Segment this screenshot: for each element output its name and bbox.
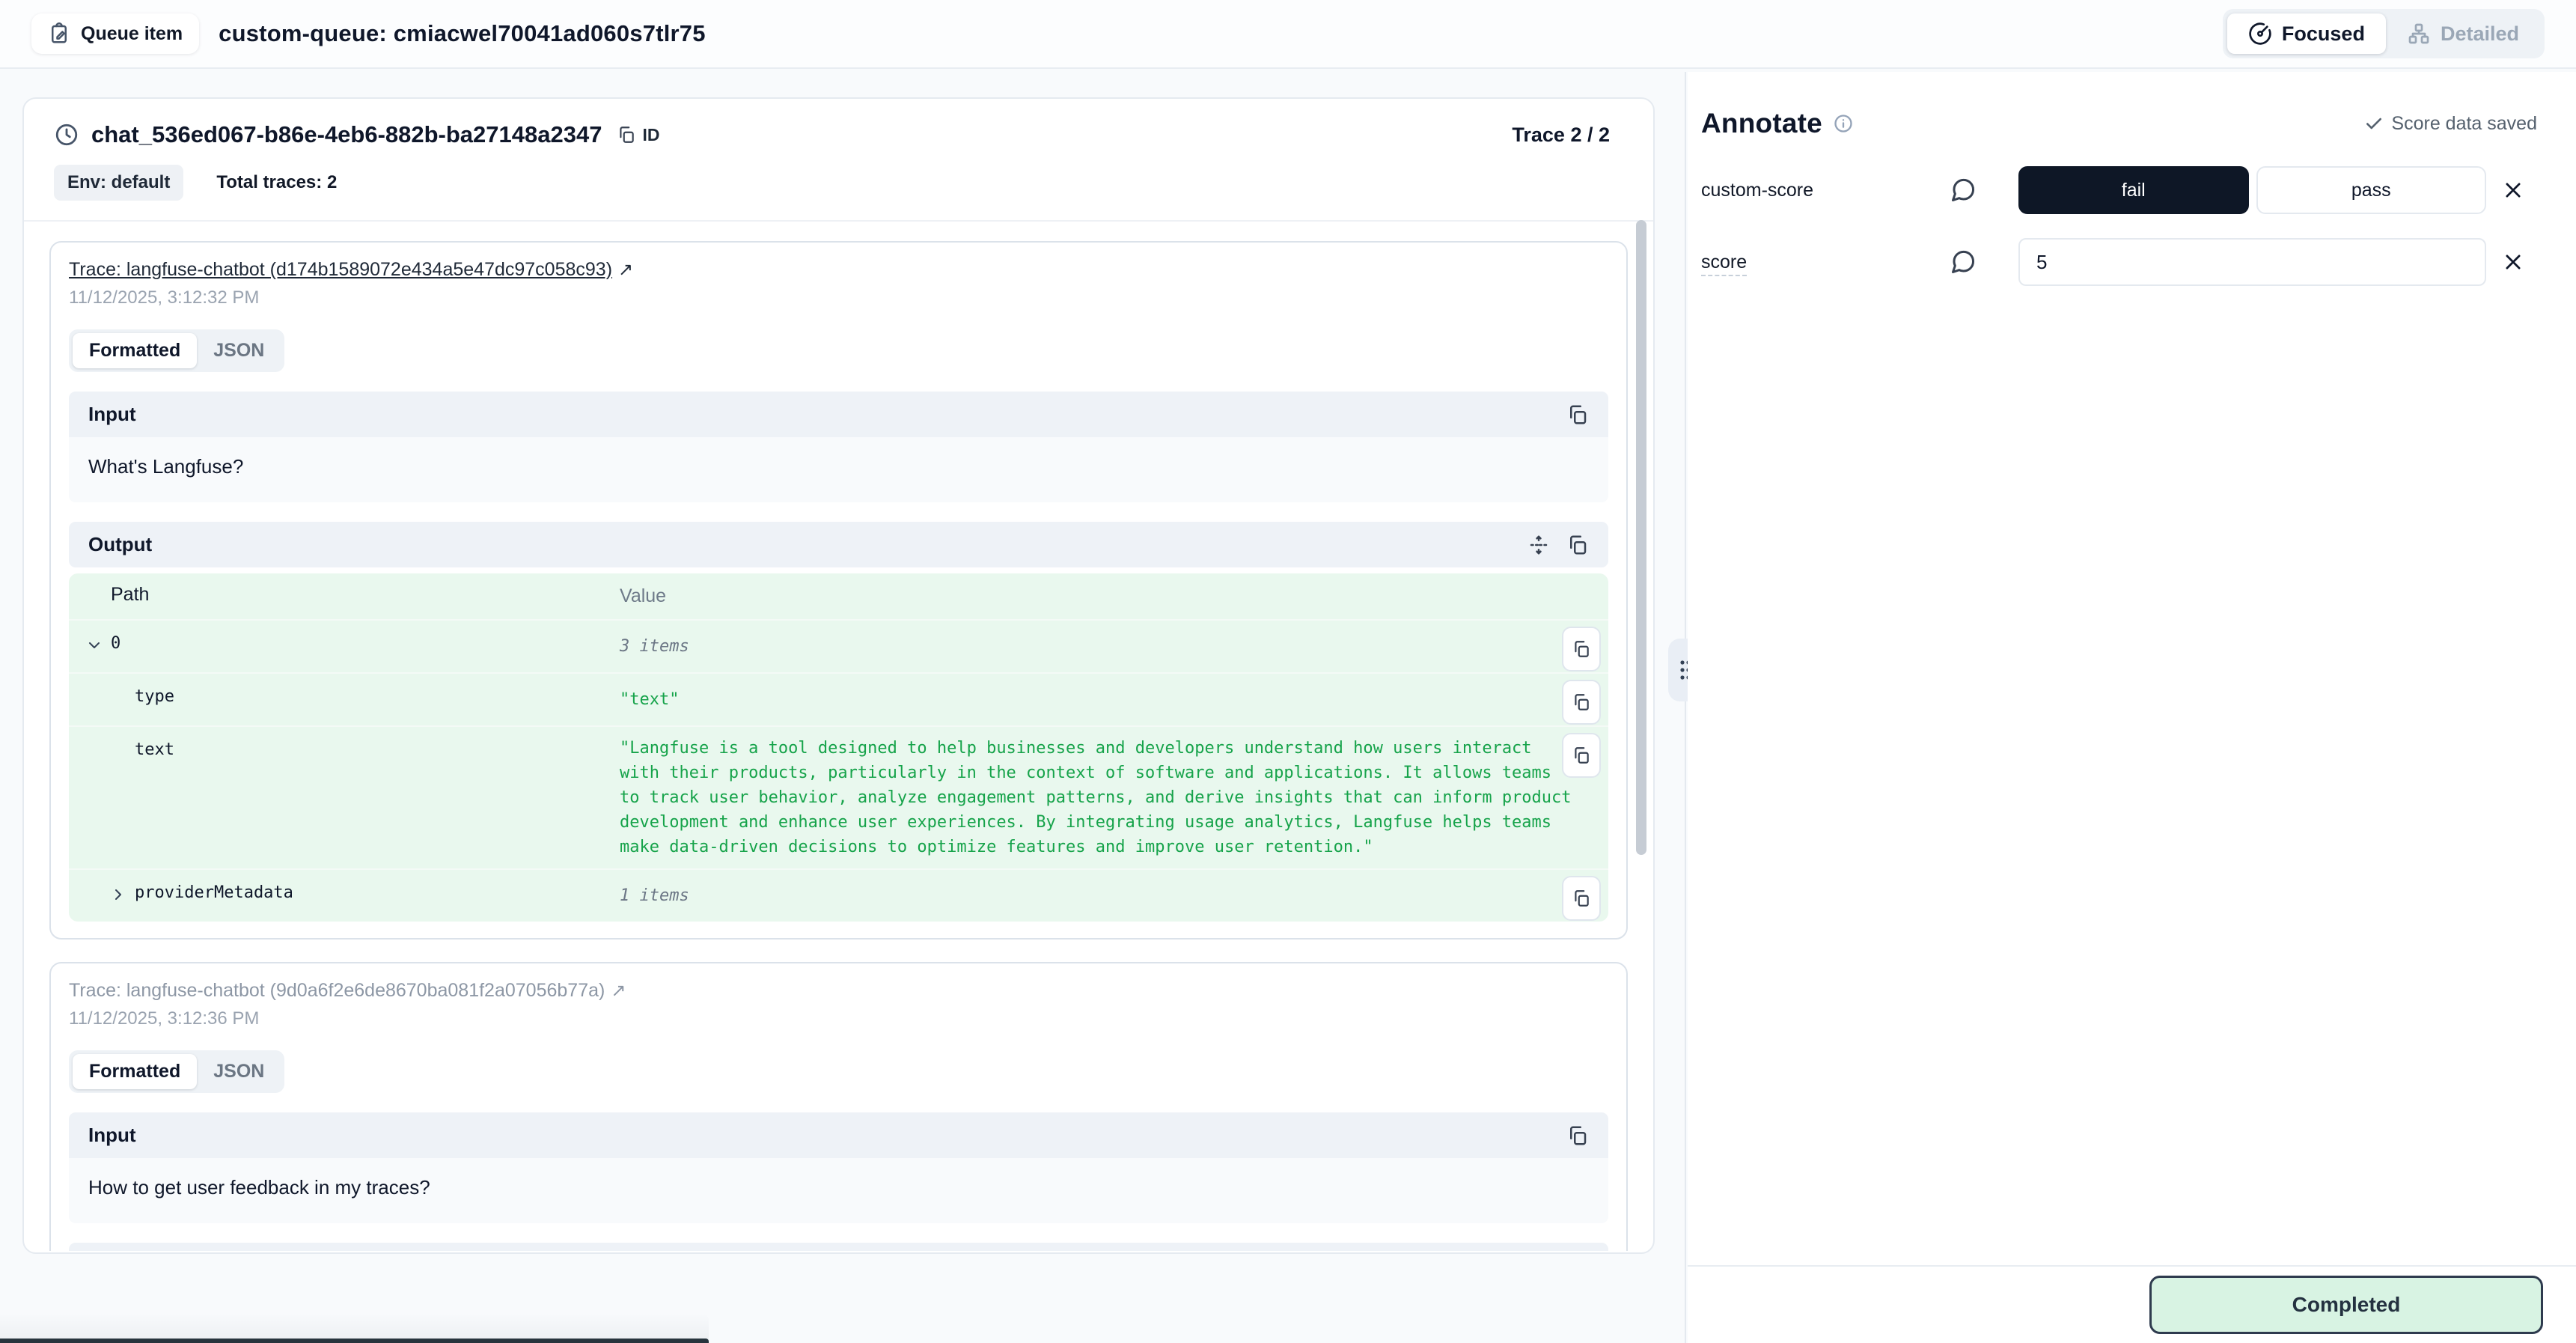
score-row-custom-score: custom-score fail pass	[1701, 166, 2537, 214]
queue-item-badge: Queue item	[31, 13, 199, 54]
focused-view-button[interactable]: Focused	[2227, 13, 2386, 54]
row-value: 3 items	[620, 621, 1608, 672]
chevron-right-icon[interactable]	[109, 883, 135, 904]
external-link-arrow: ↗	[611, 980, 626, 1002]
top-bar: Queue item custom-queue: cmiacwel70041ad…	[0, 0, 2576, 69]
clipboard-pen-icon	[48, 22, 70, 45]
row-value: "Langfuse is a tool designed to help bus…	[620, 727, 1608, 868]
trace-1-output-section: Output Path Valu	[69, 522, 1608, 922]
queue-item-badge-label: Queue item	[81, 23, 183, 45]
tab-formatted[interactable]: Formatted	[73, 333, 197, 368]
json-table-header: Path Value	[69, 573, 1608, 619]
table-row[interactable]: providerMetadata 1 items	[69, 868, 1608, 922]
score-row-score: score	[1701, 238, 2537, 286]
view-mode-toggle: Focused Detailed	[2223, 9, 2545, 58]
chevron-down-icon[interactable]	[85, 634, 111, 654]
output-json-table-1: Path Value 0 3 items	[69, 573, 1608, 922]
copy-row-button[interactable]	[1562, 733, 1601, 778]
scrollbar-thumb[interactable]	[1636, 220, 1646, 855]
bottom-edge-bar	[0, 1339, 709, 1343]
focused-view-label: Focused	[2282, 22, 2365, 46]
queue-item-title: chat_536ed067-b86e-4eb6-882b-ba27148a234…	[91, 121, 602, 148]
trace-1-input-text: What's Langfuse?	[69, 437, 1608, 502]
trace-card-2: Trace: langfuse-chatbot (9d0a6f2e6de8670…	[49, 962, 1628, 1251]
copy-input-button[interactable]	[1566, 1124, 1589, 1147]
row-path: providerMetadata	[135, 883, 293, 902]
completed-button[interactable]: Completed	[2149, 1276, 2543, 1334]
score-name-label: score	[1701, 252, 1747, 276]
trace-card-1: Trace: langfuse-chatbot (d174b1589072e43…	[49, 241, 1628, 940]
app-root: Queue item custom-queue: cmiacwel70041ad…	[0, 0, 2576, 1343]
tree-icon	[2407, 22, 2431, 46]
table-row[interactable]: 0 3 items	[69, 619, 1608, 672]
trace-1-link[interactable]: Trace: langfuse-chatbot (d174b1589072e43…	[69, 259, 612, 281]
copy-output-button[interactable]	[1566, 534, 1589, 556]
trace-1-format-tabs: Formatted JSON	[69, 329, 284, 372]
total-traces-label: Total traces: 2	[216, 172, 337, 193]
traces-scroll-area: Trace: langfuse-chatbot (d174b1589072e43…	[49, 219, 1628, 1251]
row-path: 0	[111, 634, 120, 653]
row-value: "text"	[620, 674, 1608, 725]
annotate-title: Annotate	[1701, 108, 1822, 139]
clock-icon	[54, 122, 79, 147]
option-pass-button[interactable]: pass	[2256, 166, 2487, 214]
copy-row-button[interactable]	[1562, 876, 1601, 921]
option-fail-button[interactable]: fail	[2018, 166, 2249, 214]
close-icon[interactable]	[2489, 251, 2537, 273]
env-badge: Env: default	[54, 165, 183, 201]
trace-2-format-tabs: Formatted JSON	[69, 1050, 284, 1093]
comment-icon[interactable]	[1950, 177, 1977, 204]
check-icon	[2364, 114, 2384, 133]
score-name-label: custom-score	[1701, 180, 1932, 201]
trace-2-output-section: Output Path Valu	[69, 1243, 1608, 1251]
save-status: Score data saved	[2364, 113, 2537, 135]
score-value-input[interactable]	[2018, 238, 2486, 286]
detailed-view-button[interactable]: Detailed	[2386, 13, 2540, 54]
copy-id-button[interactable]	[617, 125, 636, 144]
panel-divider	[1685, 72, 1686, 1343]
trace-2-input-text: How to get user feedback in my traces?	[69, 1158, 1608, 1223]
copy-row-button[interactable]	[1562, 680, 1601, 725]
column-path: Path	[111, 584, 149, 606]
trace-2-link[interactable]: Trace: langfuse-chatbot (9d0a6f2e6de8670…	[69, 980, 605, 1002]
row-value: 1 items	[620, 870, 1608, 922]
table-row[interactable]: type "text"	[69, 672, 1608, 725]
trace-1-input-section: Input What's Langfuse?	[69, 392, 1608, 502]
save-status-label: Score data saved	[2391, 113, 2537, 135]
comment-icon[interactable]	[1950, 249, 1977, 275]
trace-counter: Trace 2 / 2	[1512, 124, 1610, 147]
copy-input-button[interactable]	[1566, 403, 1589, 426]
copy-row-button[interactable]	[1562, 627, 1601, 672]
external-link-arrow: ↗	[618, 259, 633, 281]
trace-2-timestamp: 11/12/2025, 3:12:36 PM	[69, 1008, 1608, 1029]
table-row[interactable]: text "Langfuse is a tool designed to hel…	[69, 725, 1608, 868]
gauge-icon	[2248, 22, 2272, 46]
annotate-panel: Annotate Score data saved custom-score f…	[1688, 72, 2576, 1265]
trace-1-timestamp: 11/12/2025, 3:12:32 PM	[69, 287, 1608, 308]
close-icon[interactable]	[2489, 179, 2537, 201]
row-path: text	[135, 740, 174, 759]
input-section-title: Input	[88, 1124, 136, 1147]
info-icon[interactable]	[1833, 113, 1854, 134]
id-label: ID	[642, 125, 659, 145]
unfold-output-button[interactable]	[1527, 534, 1550, 556]
detailed-view-label: Detailed	[2441, 22, 2519, 46]
output-section-title: Output	[88, 533, 152, 556]
trace-2-input-section: Input How to get user feedback in my tra…	[69, 1112, 1608, 1223]
tab-json[interactable]: JSON	[197, 1054, 281, 1089]
page-title: custom-queue: cmiacwel70041ad060s7tlr75	[219, 20, 706, 47]
queue-item-panel: chat_536ed067-b86e-4eb6-882b-ba27148a234…	[22, 97, 1655, 1254]
column-value: Value	[620, 573, 1608, 619]
tab-formatted[interactable]: Formatted	[73, 1054, 197, 1089]
annotate-footer: Completed	[1688, 1265, 2576, 1343]
input-section-title: Input	[88, 403, 136, 426]
queue-item-panel-header: chat_536ed067-b86e-4eb6-882b-ba27148a234…	[24, 99, 1653, 222]
tab-json[interactable]: JSON	[197, 333, 281, 368]
row-path: type	[135, 687, 174, 706]
